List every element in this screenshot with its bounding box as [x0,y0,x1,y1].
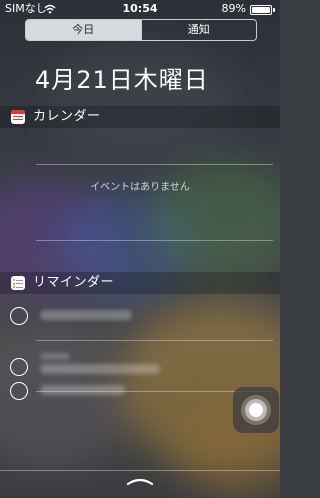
reminder-divider [36,340,273,341]
reminders-widget-title: リマインダー [33,275,115,290]
reminder-checkbox[interactable] [10,307,28,325]
calendar-divider-bottom [36,240,273,241]
reminder-item[interactable] [0,300,280,330]
date-heading: 4月21日木曜日 [35,66,209,94]
reminder-text [40,385,125,395]
calendar-widget-title: カレンダー [33,109,101,124]
reminder-date-blur [40,353,70,360]
battery-icon [250,5,275,15]
view-segmented-control: 今日 通知 [25,19,257,41]
reminder-checkbox[interactable] [10,382,28,400]
reminders-icon [11,276,25,290]
tab-notifications[interactable]: 通知 [140,20,257,40]
tab-today[interactable]: 今日 [26,20,141,40]
bottom-divider [0,470,280,471]
no-events-text: イベントはありません [90,182,190,193]
reminder-checkbox[interactable] [10,358,28,376]
calendar-icon [11,110,25,124]
chevron-down-icon[interactable] [126,476,154,486]
reminders-widget-header[interactable]: リマインダー [0,272,280,294]
assistive-touch-button[interactable] [233,387,279,433]
calendar-divider-top [36,164,273,165]
calendar-widget-header[interactable]: カレンダー [0,106,280,128]
status-bar: SIMなし 10:54 89% [0,0,280,18]
battery-percent: 89% [221,2,246,15]
reminder-text [40,364,160,374]
reminder-text [40,310,132,320]
